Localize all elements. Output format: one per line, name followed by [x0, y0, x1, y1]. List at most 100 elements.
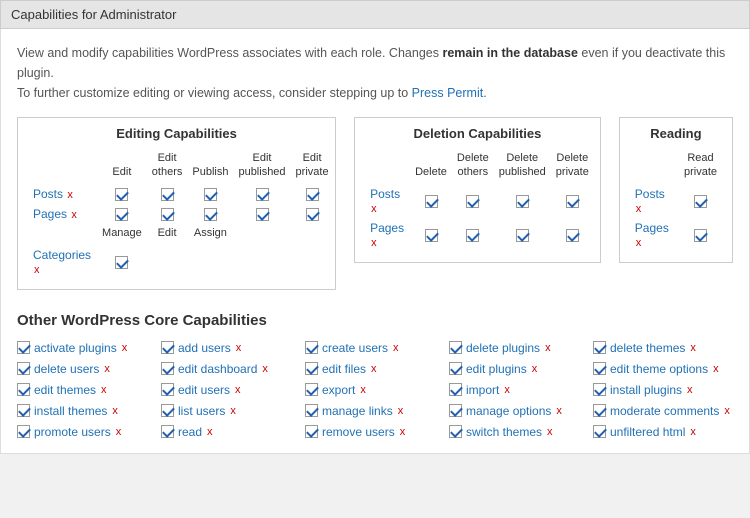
- cap-remove[interactable]: x: [713, 363, 719, 375]
- cap-checkbox[interactable]: [305, 425, 318, 438]
- cap-remove[interactable]: x: [236, 342, 242, 354]
- posts-label[interactable]: Posts: [33, 187, 63, 201]
- cap-remove[interactable]: x: [393, 342, 399, 354]
- pages-published-cb[interactable]: [256, 208, 269, 221]
- cap-label[interactable]: import: [466, 383, 499, 397]
- del-posts-cb1[interactable]: [425, 195, 438, 208]
- cap-remove[interactable]: x: [104, 363, 110, 375]
- del-pages-cb4[interactable]: [566, 229, 579, 242]
- cap-remove[interactable]: x: [230, 405, 236, 417]
- cap-remove[interactable]: x: [398, 405, 404, 417]
- posts-others-cb[interactable]: [161, 188, 174, 201]
- cap-checkbox[interactable]: [449, 341, 462, 354]
- cap-remove[interactable]: x: [101, 384, 107, 396]
- posts-publish-cb[interactable]: [204, 188, 217, 201]
- cap-checkbox[interactable]: [593, 404, 606, 417]
- cap-label[interactable]: export: [322, 383, 355, 397]
- cap-remove[interactable]: x: [122, 342, 128, 354]
- cap-label[interactable]: read: [178, 425, 202, 439]
- cap-label[interactable]: install plugins: [610, 383, 682, 397]
- cap-label[interactable]: switch themes: [466, 425, 542, 439]
- press-permit-link[interactable]: Press Permit: [412, 86, 484, 100]
- cap-remove[interactable]: x: [690, 426, 696, 438]
- cap-label[interactable]: edit themes: [34, 383, 96, 397]
- cap-checkbox[interactable]: [305, 404, 318, 417]
- del-posts-cb3[interactable]: [516, 195, 529, 208]
- pages-others-cb[interactable]: [161, 208, 174, 221]
- categories-label[interactable]: Categories: [33, 248, 91, 262]
- cap-label[interactable]: delete themes: [610, 341, 685, 355]
- cap-label[interactable]: unfiltered html: [610, 425, 685, 439]
- posts-edit-cb[interactable]: [115, 188, 128, 201]
- cap-remove[interactable]: x: [687, 384, 693, 396]
- cap-label[interactable]: edit files: [322, 362, 366, 376]
- cap-checkbox[interactable]: [17, 425, 30, 438]
- cap-label[interactable]: activate plugins: [34, 341, 117, 355]
- cap-checkbox[interactable]: [593, 362, 606, 375]
- cap-checkbox[interactable]: [449, 362, 462, 375]
- cap-checkbox[interactable]: [161, 383, 174, 396]
- cap-label[interactable]: manage options: [466, 404, 551, 418]
- cap-remove[interactable]: x: [400, 426, 406, 438]
- cap-remove[interactable]: x: [547, 426, 553, 438]
- cap-checkbox[interactable]: [17, 362, 30, 375]
- read-pages-cb[interactable]: [694, 229, 707, 242]
- read-pages-remove[interactable]: x: [636, 237, 642, 249]
- pages-private-cb[interactable]: [306, 208, 319, 221]
- del-pages-cb2[interactable]: [466, 229, 479, 242]
- cap-checkbox[interactable]: [449, 383, 462, 396]
- posts-private-cb[interactable]: [306, 188, 319, 201]
- cap-checkbox[interactable]: [161, 425, 174, 438]
- del-posts-remove[interactable]: x: [371, 203, 377, 215]
- cap-checkbox[interactable]: [161, 404, 174, 417]
- cap-checkbox[interactable]: [449, 404, 462, 417]
- cap-remove[interactable]: x: [116, 426, 122, 438]
- cap-remove[interactable]: x: [112, 405, 118, 417]
- cap-checkbox[interactable]: [17, 341, 30, 354]
- cap-label[interactable]: remove users: [322, 425, 395, 439]
- del-pages-cb1[interactable]: [425, 229, 438, 242]
- cap-checkbox[interactable]: [161, 362, 174, 375]
- read-posts-label[interactable]: Posts: [635, 187, 665, 201]
- cap-label[interactable]: edit users: [178, 383, 230, 397]
- cap-label[interactable]: install themes: [34, 404, 107, 418]
- del-pages-label[interactable]: Pages: [370, 221, 404, 235]
- cap-label[interactable]: create users: [322, 341, 388, 355]
- pages-remove[interactable]: x: [71, 209, 77, 221]
- cap-remove[interactable]: x: [532, 363, 538, 375]
- cap-remove[interactable]: x: [504, 384, 510, 396]
- cap-remove[interactable]: x: [690, 342, 696, 354]
- cap-remove[interactable]: x: [207, 426, 213, 438]
- cap-checkbox[interactable]: [161, 341, 174, 354]
- cap-remove[interactable]: x: [545, 342, 551, 354]
- cap-label[interactable]: edit dashboard: [178, 362, 257, 376]
- cap-checkbox[interactable]: [449, 425, 462, 438]
- cap-label[interactable]: list users: [178, 404, 225, 418]
- cap-checkbox[interactable]: [305, 383, 318, 396]
- cap-checkbox[interactable]: [305, 362, 318, 375]
- read-posts-remove[interactable]: x: [636, 203, 642, 215]
- cap-checkbox[interactable]: [593, 383, 606, 396]
- categories-remove[interactable]: x: [34, 264, 40, 276]
- cap-label[interactable]: delete users: [34, 362, 99, 376]
- del-posts-label[interactable]: Posts: [370, 187, 400, 201]
- del-posts-cb2[interactable]: [466, 195, 479, 208]
- read-posts-cb[interactable]: [694, 195, 707, 208]
- categories-manage-cb[interactable]: [115, 256, 128, 269]
- cap-label[interactable]: edit plugins: [466, 362, 527, 376]
- cap-checkbox[interactable]: [305, 341, 318, 354]
- posts-remove[interactable]: x: [67, 189, 73, 201]
- cap-label[interactable]: edit theme options: [610, 362, 708, 376]
- cap-checkbox[interactable]: [17, 383, 30, 396]
- cap-remove[interactable]: x: [360, 384, 366, 396]
- cap-label[interactable]: moderate comments: [610, 404, 719, 418]
- del-pages-cb3[interactable]: [516, 229, 529, 242]
- cap-remove[interactable]: x: [235, 384, 241, 396]
- cap-remove[interactable]: x: [262, 363, 268, 375]
- cap-checkbox[interactable]: [17, 404, 30, 417]
- cap-remove[interactable]: x: [556, 405, 562, 417]
- pages-publish-cb[interactable]: [204, 208, 217, 221]
- cap-label[interactable]: delete plugins: [466, 341, 540, 355]
- pages-label[interactable]: Pages: [33, 207, 67, 221]
- cap-checkbox[interactable]: [593, 341, 606, 354]
